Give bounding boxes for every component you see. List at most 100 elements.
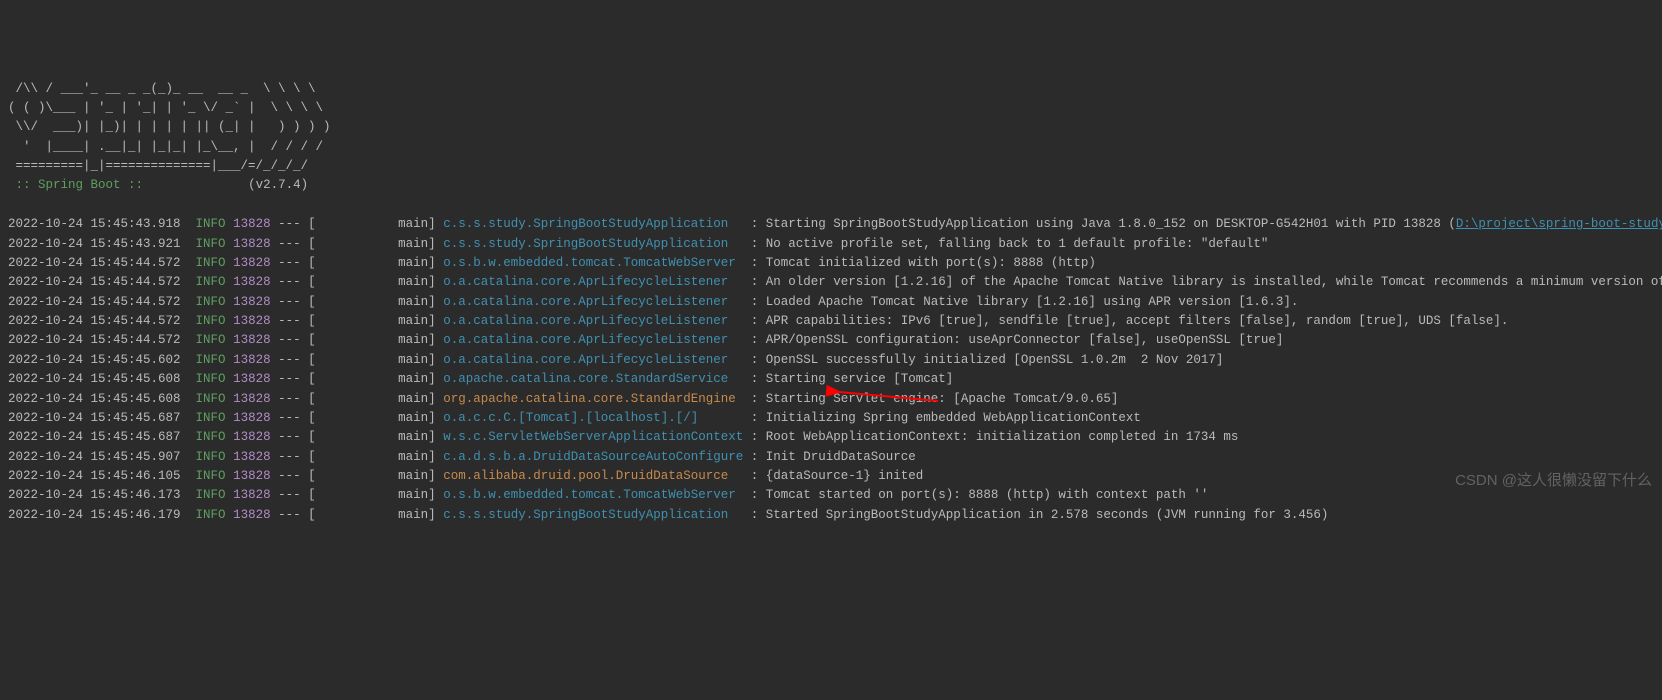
log-message: Loaded Apache Tomcat Native library [1.2… [766,295,1299,309]
logger-name: c.a.d.s.b.a.DruidDataSourceAutoConfigure [443,450,743,464]
pid: 13828 [233,217,271,231]
thread: [ main] [308,392,436,406]
thread: [ main] [308,411,436,425]
pid: 13828 [233,508,271,522]
thread: [ main] [308,430,436,444]
logger-name: com.alibaba.druid.pool.DruidDataSource [443,469,743,483]
pid: 13828 [233,237,271,251]
pid: 13828 [233,295,271,309]
log-message: Tomcat initialized with port(s): 8888 (h… [766,256,1096,270]
log-level: INFO [196,353,226,367]
timestamp: 2022-10-24 15:45:44.572 [8,275,181,289]
logger-name: o.a.catalina.core.AprLifecycleListener [443,295,743,309]
thread: [ main] [308,469,436,483]
log-line: 2022-10-24 15:45:45.608 INFO 13828 --- [… [8,370,1654,389]
thread: [ main] [308,314,436,328]
log-message: APR capabilities: IPv6 [true], sendfile … [766,314,1509,328]
log-level: INFO [196,372,226,386]
thread: [ main] [308,450,436,464]
log-message: Root WebApplicationContext: initializati… [766,430,1239,444]
pid: 13828 [233,430,271,444]
log-line: 2022-10-24 15:45:46.105 INFO 13828 --- [… [8,467,1654,486]
log-line: 2022-10-24 15:45:45.687 INFO 13828 --- [… [8,428,1654,447]
timestamp: 2022-10-24 15:45:46.173 [8,488,181,502]
thread: [ main] [308,256,436,270]
log-level: INFO [196,314,226,328]
logger-name: o.apache.catalina.core.StandardService [443,372,743,386]
thread: [ main] [308,353,436,367]
ascii-banner: /\\ / ___'_ __ _ _(_)_ __ __ _ \ \ \ \ (… [8,80,1654,177]
thread: [ main] [308,295,436,309]
log-line: 2022-10-24 15:45:44.572 INFO 13828 --- [… [8,273,1654,292]
pid: 13828 [233,372,271,386]
log-line: 2022-10-24 15:45:44.572 INFO 13828 --- [… [8,293,1654,312]
thread: [ main] [308,275,436,289]
log-message: {dataSource-1} inited [766,469,924,483]
log-message: An older version [1.2.16] of the Apache … [766,275,1662,289]
log-level: INFO [196,411,226,425]
log-line: 2022-10-24 15:45:45.687 INFO 13828 --- [… [8,409,1654,428]
pid: 13828 [233,392,271,406]
pid: 13828 [233,256,271,270]
path-link[interactable]: D:\project\spring-boot-study\target\clas… [1456,217,1662,231]
timestamp: 2022-10-24 15:45:46.179 [8,508,181,522]
logger-name: o.a.catalina.core.AprLifecycleListener [443,333,743,347]
logger-name: c.s.s.study.SpringBootStudyApplication [443,508,743,522]
log-message: Init DruidDataSource [766,450,916,464]
thread: [ main] [308,237,436,251]
log-message: Started SpringBootStudyApplication in 2.… [766,508,1329,522]
log-level: INFO [196,256,226,270]
logger-name: o.a.catalina.core.AprLifecycleListener [443,314,743,328]
pid: 13828 [233,469,271,483]
log-message: Starting service [Tomcat] [766,372,954,386]
log-level: INFO [196,333,226,347]
log-line: 2022-10-24 15:45:45.608 INFO 13828 --- [… [8,390,1654,409]
log-line: 2022-10-24 15:45:43.918 INFO 13828 --- [… [8,215,1654,234]
logger-name: c.s.s.study.SpringBootStudyApplication [443,217,743,231]
spring-boot-line: :: Spring Boot :: (v2.7.4) [8,176,1654,195]
thread: [ main] [308,217,436,231]
logger-name: o.s.b.w.embedded.tomcat.TomcatWebServer [443,488,743,502]
thread: [ main] [308,372,436,386]
timestamp: 2022-10-24 15:45:46.105 [8,469,181,483]
logger-name: o.s.b.w.embedded.tomcat.TomcatWebServer [443,256,743,270]
timestamp: 2022-10-24 15:45:45.687 [8,411,181,425]
log-level: INFO [196,392,226,406]
pid: 13828 [233,333,271,347]
log-line: 2022-10-24 15:45:44.572 INFO 13828 --- [… [8,331,1654,350]
log-message: APR/OpenSSL configuration: useAprConnect… [766,333,1284,347]
log-message: Tomcat started on port(s): 8888 (http) w… [766,488,1209,502]
thread: [ main] [308,333,436,347]
console-output: /\\ / ___'_ __ _ _(_)_ __ __ _ \ \ \ \ (… [8,80,1654,526]
pid: 13828 [233,353,271,367]
log-level: INFO [196,295,226,309]
log-line: 2022-10-24 15:45:44.572 INFO 13828 --- [… [8,312,1654,331]
log-message: Starting SpringBootStudyApplication usin… [766,217,1456,231]
logger-name: c.s.s.study.SpringBootStudyApplication [443,237,743,251]
log-level: INFO [196,275,226,289]
log-message: Starting Servlet engine: [Apache Tomcat/… [766,392,1119,406]
log-level: INFO [196,217,226,231]
pid: 13828 [233,314,271,328]
timestamp: 2022-10-24 15:45:45.608 [8,372,181,386]
timestamp: 2022-10-24 15:45:44.572 [8,295,181,309]
timestamp: 2022-10-24 15:45:44.572 [8,333,181,347]
pid: 13828 [233,411,271,425]
log-message: Initializing Spring embedded WebApplicat… [766,411,1141,425]
logger-name: o.a.catalina.core.AprLifecycleListener [443,353,743,367]
log-level: INFO [196,450,226,464]
log-message: No active profile set, falling back to 1… [766,237,1269,251]
timestamp: 2022-10-24 15:45:44.572 [8,314,181,328]
pid: 13828 [233,450,271,464]
log-line: 2022-10-24 15:45:45.907 INFO 13828 --- [… [8,448,1654,467]
timestamp: 2022-10-24 15:45:44.572 [8,256,181,270]
log-level: INFO [196,237,226,251]
log-level: INFO [196,508,226,522]
pid: 13828 [233,488,271,502]
thread: [ main] [308,488,436,502]
timestamp: 2022-10-24 15:45:45.687 [8,430,181,444]
timestamp: 2022-10-24 15:45:45.602 [8,353,181,367]
logger-name: w.s.c.ServletWebServerApplicationContext [443,430,743,444]
logger-name: o.a.c.c.C.[Tomcat].[localhost].[/] [443,411,743,425]
thread: [ main] [308,508,436,522]
